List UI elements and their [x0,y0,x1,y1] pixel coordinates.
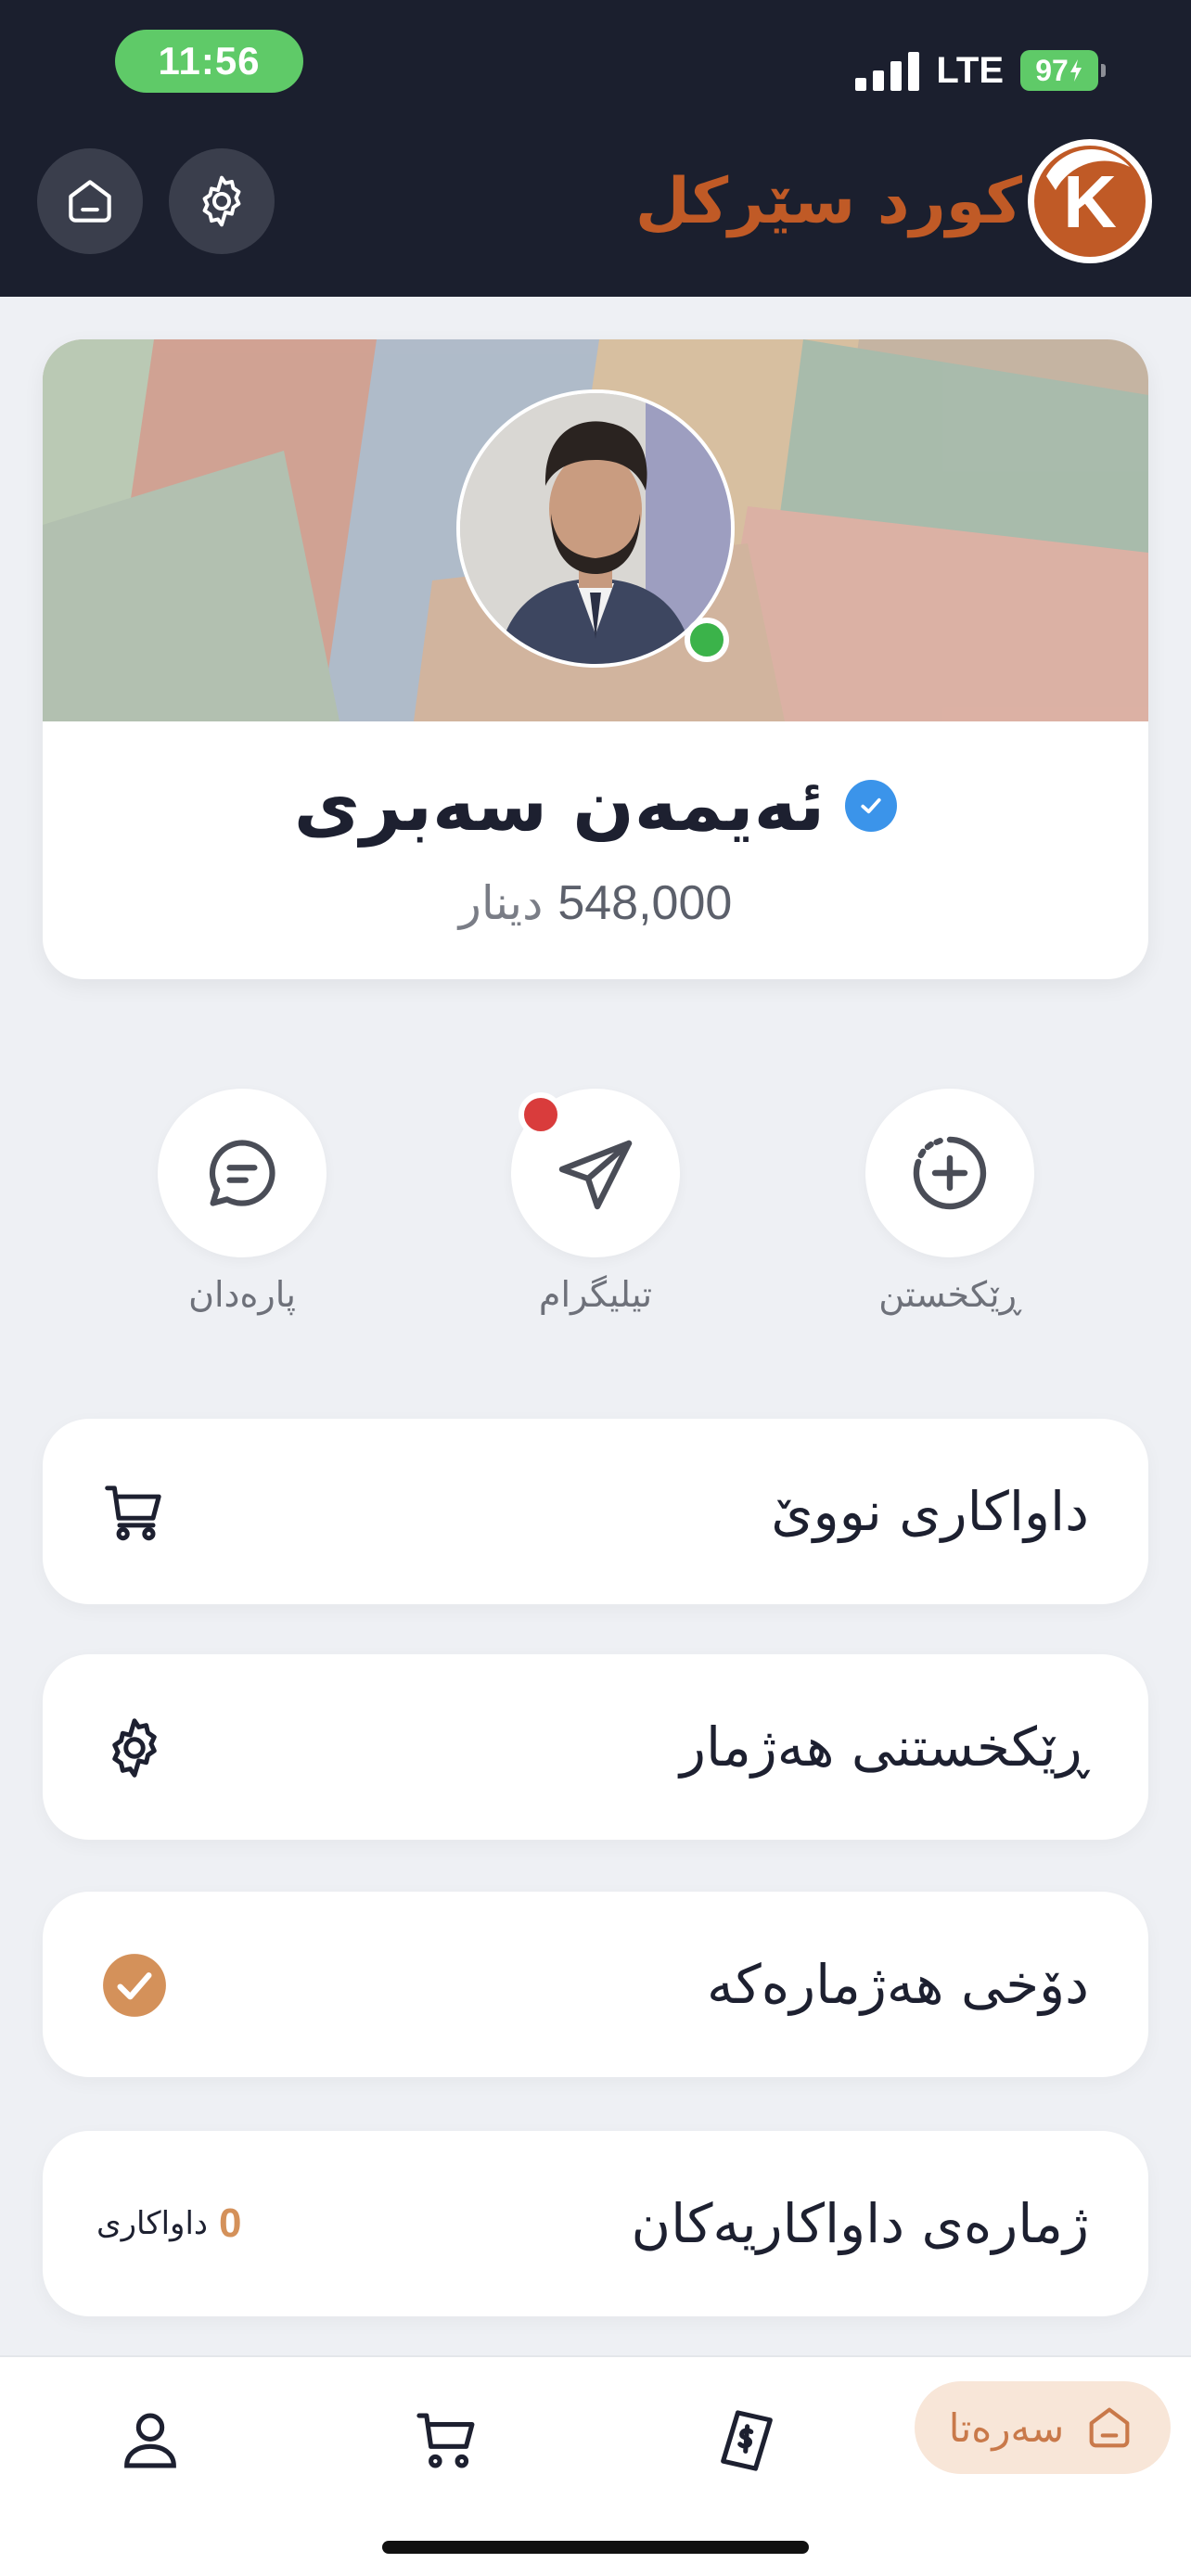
gear-icon [100,1714,169,1782]
check-circle-icon [100,1951,169,2020]
chat-bubble-icon [209,1140,275,1206]
verified-badge-icon [845,780,898,832]
quick-action-settings[interactable]: ڕێکخستن [865,1089,1034,1315]
menu-label: دۆخی هەژمارەکە [706,1953,1089,2016]
home-indicator[interactable] [382,2541,809,2554]
gear-icon [202,175,241,227]
plus-circle-icon [913,1136,987,1210]
quick-action-label: پارەدان [188,1274,296,1315]
quick-action-label: تیلیگرام [538,1274,653,1315]
menu-label: داواکاری نووێ [771,1480,1089,1543]
notification-dot [519,1092,563,1137]
network-type: LTE [936,49,1004,91]
quick-action-payment[interactable]: پارەدان [158,1089,327,1315]
menu-new-order[interactable]: داواکاری نووێ [43,1419,1148,1604]
brand-logo: K [1028,139,1152,263]
settings-button[interactable] [169,148,275,254]
home-button[interactable] [37,148,143,254]
quick-action-telegram[interactable]: تیلیگرام [511,1089,680,1315]
profile-icon [124,2413,176,2468]
profile-name: ئەیمەن سەبری [293,764,826,848]
app-header: 11:56 LTE 97 کورد سێرکل K [0,0,1191,297]
price-tag-icon [721,2410,773,2471]
signal-icon [855,50,920,91]
battery-level: 97 [1035,53,1069,87]
orders-count-unit: داواکاری [96,2205,209,2242]
profile-card: ئەیمەن سەبری دینار 548,000 [43,339,1148,979]
nav-home[interactable]: سەرەتا [915,2381,1171,2474]
menu-orders-count[interactable]: ژمارەی داواکاریەکان داواکاری 0 [43,2131,1148,2316]
cart-icon [100,1478,169,1547]
battery-icon: 97 [1020,50,1106,91]
brand-name: کورد سێرکل [634,164,1022,238]
nav-profile[interactable] [104,2394,197,2487]
online-status-indicator [685,618,729,662]
balance: دینار 548,000 [43,866,1148,940]
orders-count: داواکاری 0 [96,2131,242,2316]
quick-action-label: ڕێکخستن [878,1274,1021,1315]
telegram-icon [558,1140,633,1210]
home-icon [1089,2407,1130,2448]
profile-name-row: ئەیمەن سەبری [43,755,1148,857]
menu-label: ژمارەی داواکاریەکان [631,2192,1089,2255]
balance-currency: دینار [458,876,544,930]
nav-cart[interactable] [401,2394,493,2487]
balance-amount: 548,000 [557,876,733,930]
menu-account-settings[interactable]: ڕێکخستنی هەژمار [43,1654,1148,1840]
status-indicators: LTE 97 [855,43,1106,98]
menu-account-status[interactable]: دۆخی هەژمارەکە [43,1892,1148,2077]
nav-home-label: سەرەتا [948,2404,1065,2451]
orders-count-value: 0 [219,2200,242,2246]
status-time: 11:56 [115,30,303,93]
home-icon [69,180,111,223]
logo-letter: K [1063,160,1117,243]
cart-icon [416,2413,475,2468]
nav-prices[interactable] [700,2394,793,2487]
menu-label: ڕێکخستنی هەژمار [680,1715,1089,1779]
